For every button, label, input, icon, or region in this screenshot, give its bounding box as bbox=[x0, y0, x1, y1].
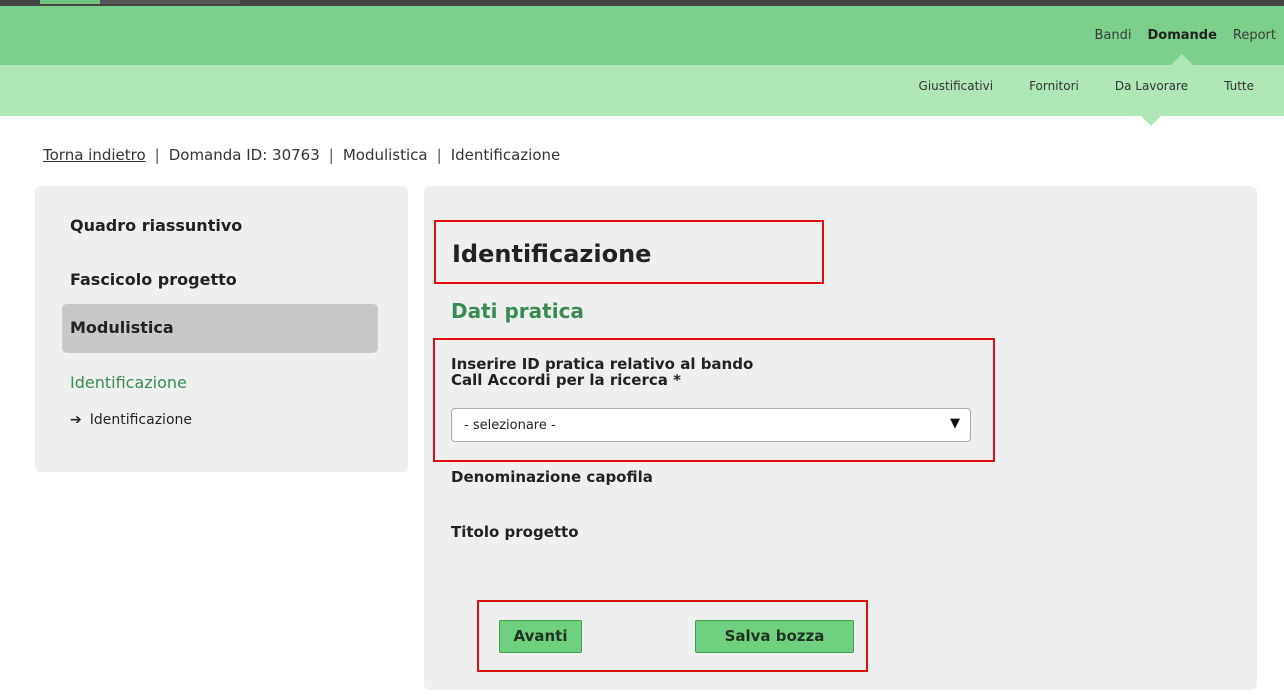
id-pratica-label: Inserire ID pratica relativo al bando Ca… bbox=[451, 356, 753, 388]
subnav-fornitori[interactable]: Fornitori bbox=[1029, 79, 1079, 93]
nav-bandi[interactable]: Bandi bbox=[1086, 28, 1139, 43]
arrow-right-icon: ➔ bbox=[70, 412, 82, 428]
top-nav: Bandi Domande Report bbox=[1086, 28, 1284, 66]
breadcrumb-domanda-id: Domanda ID: 30763 bbox=[168, 146, 320, 164]
sidebar-section-identificazione[interactable]: Identificazione bbox=[70, 373, 187, 392]
sidebar-item-quadro-riassuntivo[interactable]: Quadro riassuntivo bbox=[70, 216, 242, 235]
main-panel: Identificazione Dati pratica Inserire ID… bbox=[424, 186, 1257, 690]
window-tab-indicator bbox=[40, 0, 100, 4]
breadcrumb: Torna indietro | Domanda ID: 30763 | Modulis… bbox=[43, 146, 560, 164]
nav-domande[interactable]: Domande bbox=[1139, 28, 1224, 66]
denominazione-capofila-label: Denominazione capofila bbox=[451, 468, 653, 486]
sidebar: Quadro riassuntivo Fascicolo progetto Mo… bbox=[35, 186, 408, 472]
back-link[interactable]: Torna indietro bbox=[43, 146, 146, 164]
sub-navigation-bar: Giustificativi Fornitori Da Lavorare Tut… bbox=[0, 65, 1284, 126]
id-pratica-label-line2: Call Accordi per la ricerca * bbox=[451, 371, 681, 389]
id-pratica-select[interactable]: - selezionare - ▼ bbox=[451, 408, 971, 442]
id-pratica-label-line1: Inserire ID pratica relativo al bando bbox=[451, 355, 754, 373]
window-tab-divider bbox=[100, 0, 240, 4]
page-title: Identificazione bbox=[452, 240, 652, 268]
breadcrumb-separator: | bbox=[154, 146, 160, 164]
sidebar-item-label: Modulistica bbox=[70, 318, 174, 337]
breadcrumb-separator: | bbox=[328, 146, 334, 164]
sidebar-item-modulistica[interactable]: Modulistica bbox=[62, 304, 378, 353]
avanti-button[interactable]: Avanti bbox=[499, 620, 582, 653]
titolo-progetto-label: Titolo progetto bbox=[451, 523, 579, 541]
sidebar-subitem-label: Identificazione bbox=[89, 412, 192, 428]
sidebar-subitem-identificazione[interactable]: ➔ Identificazione bbox=[70, 412, 192, 428]
top-navigation-bar: Bandi Domande Report bbox=[0, 0, 1284, 66]
salva-bozza-button[interactable]: Salva bozza bbox=[695, 620, 854, 653]
section-title: Dati pratica bbox=[451, 299, 584, 323]
sidebar-item-fascicolo-progetto[interactable]: Fascicolo progetto bbox=[70, 270, 237, 289]
select-value: - selezionare - bbox=[464, 418, 556, 433]
breadcrumb-modulistica: Modulistica bbox=[342, 146, 428, 164]
sub-nav: Giustificativi Fornitori Da Lavorare Tut… bbox=[883, 79, 1254, 126]
nav-report[interactable]: Report bbox=[1225, 28, 1284, 43]
subnav-giustificativi[interactable]: Giustificativi bbox=[919, 79, 994, 93]
subnav-tutte[interactable]: Tutte bbox=[1224, 79, 1254, 93]
chevron-down-icon: ▼ bbox=[950, 416, 960, 431]
breadcrumb-identificazione: Identificazione bbox=[450, 146, 561, 164]
breadcrumb-separator: | bbox=[436, 146, 442, 164]
subnav-da-lavorare[interactable]: Da Lavorare bbox=[1115, 79, 1188, 126]
